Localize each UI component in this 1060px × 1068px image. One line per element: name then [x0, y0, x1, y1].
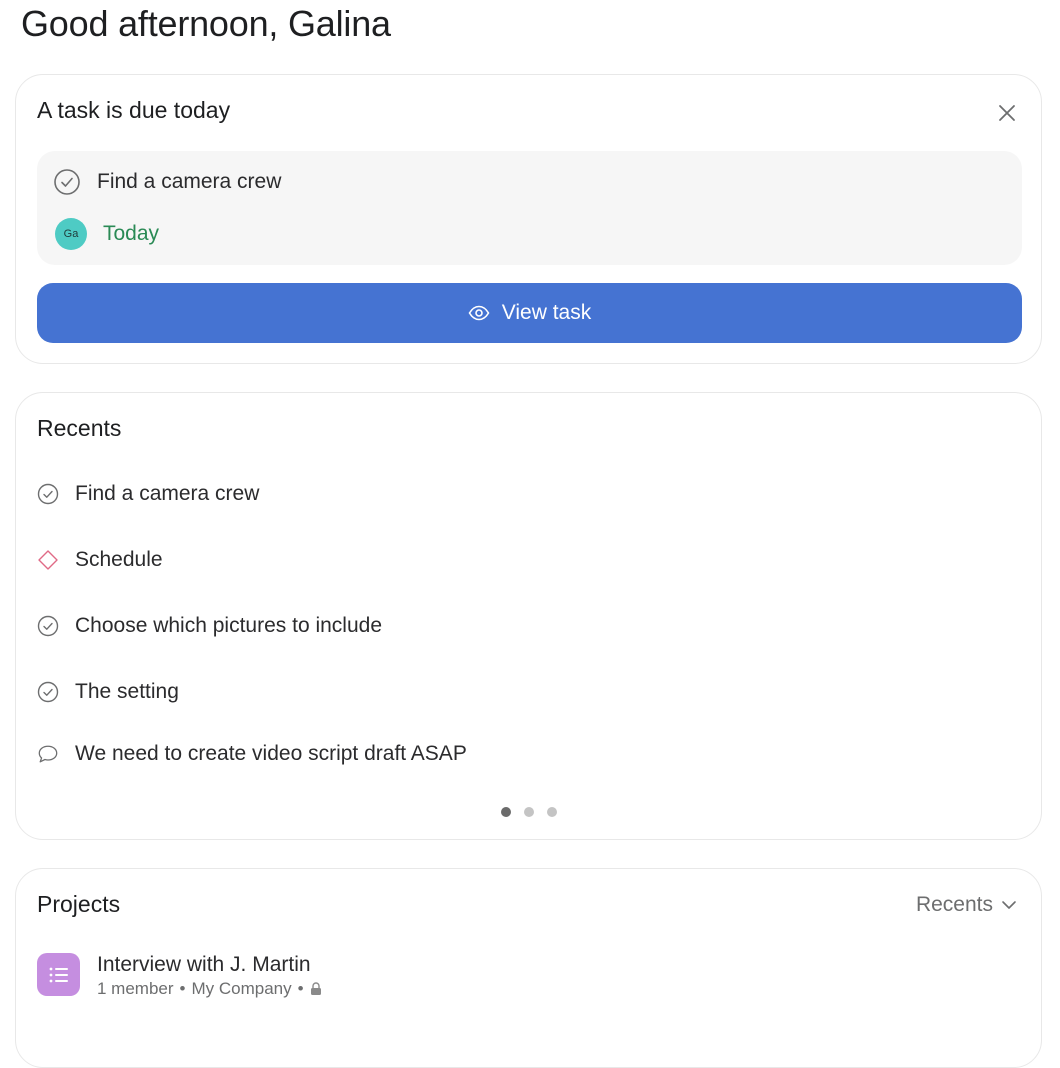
project-team: My Company [191, 979, 292, 998]
page-dot-active[interactable] [500, 807, 511, 817]
project-item[interactable]: Interview with J. Martin 1 member • My C… [37, 953, 322, 999]
recent-item-label: Find a camera crew [75, 482, 260, 505]
project-meta: 1 member • My Company • [97, 979, 322, 999]
eye-icon [468, 305, 490, 321]
recent-item[interactable]: Schedule [37, 548, 163, 572]
projects-title: Projects [37, 891, 121, 917]
check-circle-icon [37, 483, 59, 505]
recent-item-label: The setting [75, 680, 179, 703]
recent-item-label: We need to create video script draft ASA… [75, 742, 467, 765]
milestone-diamond-icon [37, 549, 59, 571]
comment-bubble-icon [37, 743, 59, 765]
project-name: Interview with J. Martin [97, 953, 311, 976]
due-task-item[interactable]: Find a camera crew Ga Today [37, 151, 1022, 265]
pagination-dots [16, 807, 1041, 817]
recent-item[interactable]: The setting [37, 680, 179, 704]
recent-item-label: Schedule [75, 548, 163, 571]
due-task-name: Find a camera crew [97, 170, 282, 193]
check-circle-icon[interactable] [53, 168, 81, 196]
recent-item[interactable]: We need to create video script draft ASA… [37, 742, 467, 766]
check-circle-icon [37, 681, 59, 703]
projects-sort-dropdown[interactable]: Recents [916, 893, 1017, 917]
page-dot[interactable] [546, 807, 557, 817]
project-members: 1 member [97, 979, 174, 998]
due-task-card: A task is due today Find a camera crew G… [15, 74, 1042, 364]
sort-label: Recents [915, 893, 993, 916]
recents-card: Recents Find a camera crew Schedule Choo… [15, 392, 1042, 840]
recents-title: Recents [37, 415, 122, 441]
meta-separator: • [179, 979, 186, 998]
page-dot[interactable] [523, 807, 534, 817]
avatar: Ga [55, 218, 87, 250]
projects-card: Projects Recents Interview with J. Marti… [15, 868, 1042, 1068]
view-task-button[interactable]: View task [37, 283, 1022, 343]
list-icon [37, 953, 80, 996]
recent-item[interactable]: Choose which pictures to include [37, 614, 382, 638]
greeting-title: Good afternoon, Galina [21, 3, 391, 44]
view-task-label: View task [501, 301, 592, 324]
meta-separator: • [297, 979, 304, 998]
due-date-label: Today [103, 222, 160, 245]
recent-item-label: Choose which pictures to include [75, 614, 383, 637]
lock-icon [310, 982, 321, 995]
close-icon [999, 105, 1015, 121]
chevron-down-icon [1001, 900, 1017, 910]
check-circle-icon [37, 615, 59, 637]
due-card-title: A task is due today [37, 97, 231, 123]
recent-item[interactable]: Find a camera crew [37, 482, 259, 506]
close-button[interactable] [995, 101, 1019, 125]
